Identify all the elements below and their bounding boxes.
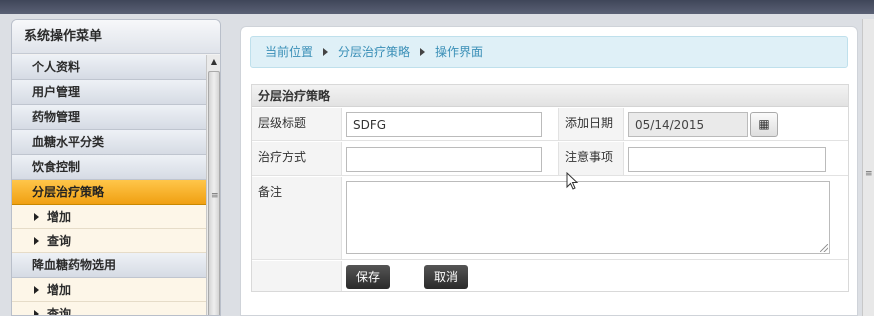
sidebar-item-profile[interactable]: 个人资料 (12, 55, 206, 80)
sidebar-title: 系统操作菜单 (12, 20, 220, 54)
notes-input[interactable] (628, 147, 826, 172)
scroll-up-arrow-icon[interactable]: ▲ (207, 55, 220, 69)
level-title-input[interactable] (346, 112, 542, 137)
form-row: 备注 (252, 177, 848, 260)
form-panel: 分层治疗策略 层级标题 添加日期 ▦ 治疗方式 注意事项 (251, 84, 849, 292)
top-bar (0, 0, 874, 14)
breadcrumb-item: 操作界面 (435, 45, 484, 59)
breadcrumb: 当前位置 分层治疗策略 操作界面 (250, 36, 848, 68)
form-cell (342, 142, 558, 175)
right-scrollbar[interactable]: ≡ (862, 19, 874, 316)
sidebar-subitem-query[interactable]: 查询 (12, 302, 206, 316)
sidebar-item-diet-control[interactable]: 饮食控制 (12, 155, 206, 180)
sidebar-subitem-label: 增加 (47, 283, 72, 297)
breadcrumb-separator-icon (323, 48, 329, 56)
cancel-button[interactable]: 取消 (424, 265, 469, 289)
main-content: 当前位置分层治疗策略操作界面 分层治疗策略 层级标题 添加日期 ▦ 治疗方式 注… (240, 26, 858, 316)
form-row: 层级标题 添加日期 ▦ (252, 108, 848, 141)
sidebar-item-layered-treatment[interactable]: 分层治疗策略 (12, 180, 206, 205)
sidebar-item-user-management[interactable]: 用户管理 (12, 80, 206, 105)
sidebar: 系统操作菜单 个人资料 用户管理 药物管理 血糖水平分类 饮食控制 分层治疗策略… (11, 19, 221, 316)
treatment-label: 治疗方式 (252, 142, 342, 175)
form-title: 分层治疗策略 (252, 85, 848, 107)
add-date-label: 添加日期 (558, 108, 624, 140)
sidebar-subitem-add[interactable]: 增加 (12, 278, 206, 302)
form-cell: ▦ (624, 108, 848, 140)
breadcrumb-separator-icon (420, 48, 426, 56)
grip-icon: ≡ (865, 169, 873, 179)
caret-right-icon (34, 213, 39, 221)
sidebar-subitem-query[interactable]: 查询 (12, 229, 206, 253)
add-date-input[interactable] (628, 112, 748, 137)
form-cell (252, 261, 342, 291)
caret-right-icon (34, 237, 39, 245)
treatment-input[interactable] (346, 147, 542, 172)
sidebar-item-hypoglycemic-drugs[interactable]: 降血糖药物选用 (12, 253, 206, 278)
form-cell (342, 108, 558, 140)
save-button[interactable]: 保存 (346, 265, 391, 289)
form-actions-row: 保存 取消 (252, 261, 848, 291)
notes-label: 注意事项 (558, 142, 624, 175)
form-cell (342, 177, 848, 259)
sidebar-scrollbar[interactable]: ▲ ≡ (206, 55, 220, 315)
resize-grip-icon[interactable] (820, 244, 828, 252)
sidebar-item-drug-management[interactable]: 药物管理 (12, 105, 206, 130)
sidebar-menu: 个人资料 用户管理 药物管理 血糖水平分类 饮食控制 分层治疗策略 增加 查询 … (12, 55, 206, 316)
caret-right-icon (34, 310, 39, 315)
sidebar-subitem-add[interactable]: 增加 (12, 205, 206, 229)
sidebar-subitem-label: 增加 (47, 210, 72, 224)
form-cell (624, 142, 848, 175)
level-title-label: 层级标题 (252, 108, 342, 140)
sidebar-item-glucose-classification[interactable]: 血糖水平分类 (12, 130, 206, 155)
remarks-textarea[interactable] (346, 181, 830, 254)
form-row: 治疗方式 注意事项 (252, 142, 848, 176)
mouse-cursor-icon (566, 172, 579, 190)
sidebar-subitem-label: 查询 (47, 234, 72, 248)
remarks-label: 备注 (252, 177, 342, 259)
caret-right-icon (34, 286, 39, 294)
calendar-icon[interactable]: ▦ (750, 112, 778, 137)
breadcrumb-item[interactable]: 当前位置 (265, 45, 313, 59)
grip-icon: ≡ (211, 191, 219, 201)
breadcrumb-item[interactable]: 分层治疗策略 (338, 45, 410, 59)
sidebar-subitem-label: 查询 (47, 307, 72, 316)
scroll-thumb[interactable]: ≡ (208, 71, 220, 315)
